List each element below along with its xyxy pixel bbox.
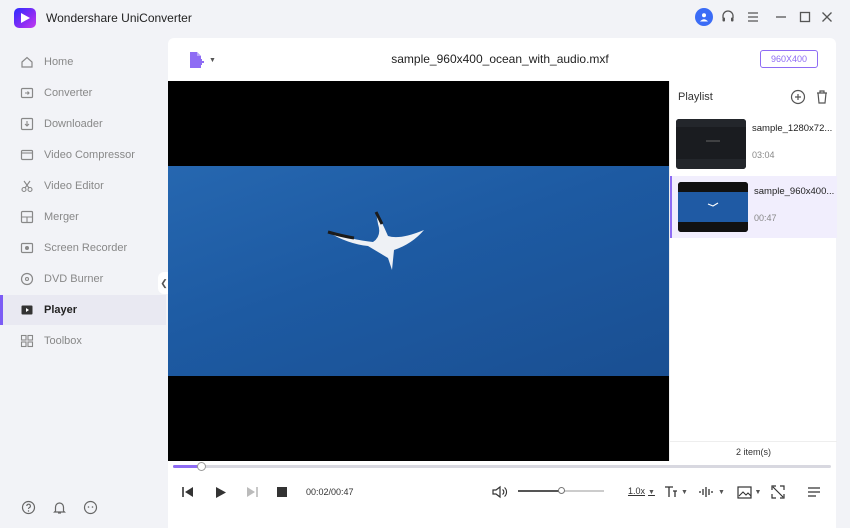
playlist-item-name: sample_1280x72... — [752, 123, 833, 134]
playlist-item-name: sample_960x400... — [754, 186, 835, 197]
next-button[interactable] — [244, 484, 260, 500]
playlist-count: 2 item(s) — [670, 441, 837, 461]
close-icon[interactable] — [818, 8, 836, 26]
playlist-item-duration: 00:47 — [754, 213, 777, 223]
speed-selector[interactable]: 1.0x ▼ — [628, 486, 655, 496]
add-file-icon — [190, 52, 204, 68]
sidebar-item-label: Converter — [44, 87, 93, 99]
volume-slider[interactable] — [518, 487, 604, 494]
sidebar-item-label: Home — [44, 56, 74, 68]
resolution-badge: 960X400 — [760, 50, 818, 68]
playlist-thumbnail — [676, 119, 746, 169]
sidebar-item-downloader[interactable]: Downloader — [0, 109, 166, 139]
sidebar-item-label: Toolbox — [44, 335, 82, 347]
maximize-icon[interactable] — [796, 8, 814, 26]
toolbox-icon — [20, 334, 34, 348]
sidebar-item-label: Video Compressor — [44, 149, 135, 161]
sidebar-item-merger[interactable]: Merger — [0, 202, 166, 232]
subtitle-button[interactable]: ▼ — [662, 484, 690, 500]
progress-bar[interactable] — [173, 462, 831, 471]
sidebar-item-label: Video Editor — [44, 180, 104, 192]
fullscreen-button[interactable] — [770, 484, 786, 500]
sidebar-item-toolbox[interactable]: Toolbox — [0, 326, 166, 356]
file-title: sample_960x400_ocean_with_audio.mxf — [391, 52, 609, 66]
sidebar-item-dvd-burner[interactable]: DVD Burner — [0, 264, 166, 294]
snapshot-button[interactable]: ▼ — [734, 484, 764, 500]
video-viewport[interactable] — [168, 81, 669, 461]
time-display: 00:02/00:47 — [306, 487, 354, 497]
trash-icon[interactable] — [815, 89, 829, 105]
feedback-icon[interactable] — [82, 499, 98, 515]
dvd-icon — [20, 272, 34, 286]
download-icon — [20, 117, 34, 131]
image-icon — [736, 485, 752, 499]
menu-icon[interactable] — [744, 8, 762, 26]
converter-icon — [20, 86, 34, 100]
playlist-header: Playlist — [678, 91, 713, 103]
sidebar-item-label: Downloader — [44, 118, 103, 130]
scissors-icon — [20, 179, 34, 193]
help-icon[interactable] — [20, 499, 36, 515]
bird-image — [327, 211, 424, 270]
bell-icon[interactable] — [51, 499, 67, 515]
add-to-playlist-icon[interactable] — [790, 89, 806, 105]
video-frame — [168, 166, 669, 376]
playlist-thumbnail — [678, 182, 748, 232]
user-icon[interactable] — [695, 8, 713, 26]
sidebar-item-converter[interactable]: Converter — [0, 78, 166, 108]
sidebar-item-player[interactable]: Player — [0, 295, 166, 325]
sidebar: Home Converter Downloader Video Compress… — [0, 34, 166, 528]
sidebar-item-home[interactable]: Home — [0, 47, 166, 77]
play-icon — [216, 486, 226, 498]
skip-back-icon — [182, 487, 193, 497]
play-button[interactable] — [213, 484, 229, 500]
headset-icon[interactable] — [719, 8, 737, 26]
waveform-icon — [699, 487, 713, 497]
volume-handle[interactable] — [558, 487, 565, 494]
playlist-toggle-button[interactable] — [806, 484, 822, 500]
add-file-button[interactable]: ▼ — [186, 50, 220, 70]
sidebar-item-screen-recorder[interactable]: Screen Recorder — [0, 233, 166, 263]
compress-icon — [20, 148, 34, 162]
volume-icon — [492, 485, 507, 499]
player-icon — [20, 303, 34, 317]
sidebar-item-label: Player — [44, 304, 78, 316]
volume-fill — [518, 490, 561, 492]
playlist-item-duration: 03:04 — [752, 150, 775, 160]
sidebar-item-label: DVD Burner — [44, 273, 104, 285]
audio-track-button[interactable]: ▼ — [698, 484, 726, 500]
home-icon — [20, 55, 34, 69]
sidebar-item-label: Merger — [44, 211, 79, 223]
playlist-item[interactable]: sample_960x400... 00:47 — [670, 176, 837, 238]
subtitle-icon — [665, 486, 678, 497]
stop-button[interactable] — [274, 484, 290, 500]
playlist-item[interactable]: sample_1280x72... 03:04 — [670, 113, 837, 175]
fullscreen-icon — [771, 485, 785, 499]
list-icon — [808, 487, 820, 497]
title-bar: Wondershare UniConverter — [0, 0, 850, 34]
speed-value: 1.0x — [628, 486, 646, 496]
chevron-down-icon: ▼ — [681, 488, 688, 496]
chevron-down-icon: ▼ — [754, 488, 762, 496]
previous-button[interactable] — [180, 484, 196, 500]
sidebar-item-video-compressor[interactable]: Video Compressor — [0, 140, 166, 170]
sidebar-item-video-editor[interactable]: Video Editor — [0, 171, 166, 201]
chevron-down-icon: ▼ — [648, 489, 655, 496]
minimize-icon[interactable] — [772, 8, 790, 26]
chevron-down-icon: ▼ — [718, 488, 725, 496]
playlist-panel: Playlist sample_1280x72... 03:04 sample_… — [669, 81, 837, 461]
stop-icon — [277, 487, 287, 497]
volume-button[interactable] — [491, 484, 509, 500]
chevron-down-icon: ▼ — [209, 56, 216, 64]
record-icon — [20, 241, 34, 255]
skip-forward-icon — [247, 487, 258, 497]
app-title: Wondershare UniConverter — [46, 11, 192, 25]
merge-icon — [20, 210, 34, 224]
app-logo — [14, 8, 36, 28]
sidebar-item-label: Screen Recorder — [44, 242, 128, 254]
